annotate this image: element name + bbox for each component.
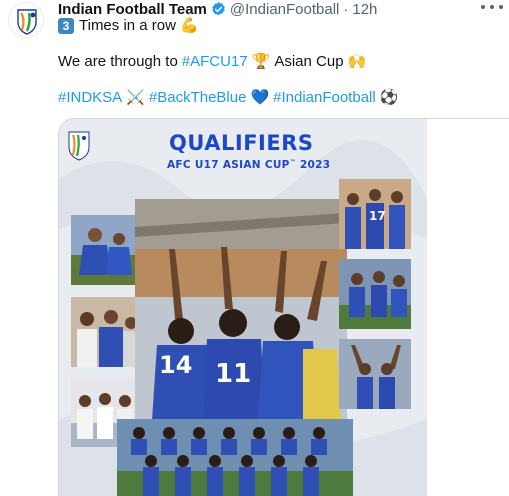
hashtag-indianfootball[interactable]: #IndianFootball — [273, 88, 376, 108]
tweet-media[interactable]: QUALIFIERS AFC U17 ASIAN CUP™ 2023 14 11… — [58, 118, 509, 496]
aiff-logo-icon — [9, 3, 43, 37]
photo-two-players — [71, 215, 141, 285]
soccer-ball-icon: ⚽ — [379, 89, 399, 106]
tweet-text-line-2: We are through to #AFCU17 🏆 Asian Cup 🙌 — [58, 52, 370, 72]
handle[interactable]: @IndianFootball — [230, 1, 339, 18]
jersey-number: 17 — [369, 209, 386, 223]
media-right-area — [427, 119, 509, 496]
aiff-logo-icon — [68, 131, 90, 161]
keycap-number-badge: 3 — [58, 18, 74, 34]
poster-subtitle-tm: ™ — [289, 159, 296, 166]
display-name[interactable]: Indian Football Team — [58, 1, 207, 18]
verified-badge-icon — [212, 1, 225, 15]
jersey-number: 11 — [215, 359, 252, 389]
hashtag-afcu17[interactable]: #AFCU17 — [182, 52, 248, 72]
blue-heart-icon: 💙 — [250, 89, 270, 106]
poster-subtitle-text: AFC U17 ASIAN CUP — [167, 159, 290, 171]
jersey-number: 14 — [159, 351, 193, 379]
times-in-a-row-text: Times in a row — [79, 17, 176, 34]
timestamp[interactable]: 12h — [352, 1, 377, 18]
photo-players-jumping — [339, 339, 411, 409]
photo-players-on-pitch — [339, 259, 411, 329]
hashtag-backtheblue[interactable]: #BackTheBlue — [149, 88, 247, 108]
raising-hands-icon: 🙌 — [347, 53, 367, 70]
more-options-icon[interactable] — [481, 0, 503, 14]
photo-team-lineup — [117, 419, 353, 496]
trophy-icon: 🏆 — [251, 53, 271, 70]
poster-title: QUALIFIERS — [169, 131, 314, 155]
separator-dot: · — [343, 0, 349, 18]
crossed-swords-icon: ⚔️ — [126, 89, 145, 106]
more-dot — [499, 5, 503, 9]
qualifiers-poster[interactable]: QUALIFIERS AFC U17 ASIAN CUP™ 2023 14 11… — [59, 119, 427, 496]
tweet-text-line-1: 3 Times in a row 💪 — [58, 16, 203, 36]
asian-cup-text: Asian Cup — [274, 53, 344, 70]
photo-players-group: 17 — [339, 179, 411, 249]
hashtag-indksa[interactable]: #INDKSA — [58, 88, 122, 108]
photo-celebrating-players — [71, 297, 141, 367]
poster-subtitle: AFC U17 ASIAN CUP™ 2023 — [167, 159, 330, 171]
tweet[interactable]: Indian Football Team @IndianFootball · 1… — [0, 0, 509, 496]
more-dot — [481, 5, 485, 9]
more-dot — [490, 5, 494, 9]
poster-subtitle-year: 2023 — [299, 159, 331, 171]
flexed-biceps-icon: 💪 — [179, 17, 199, 34]
tweet-text-line-3: #INDKSA ⚔️ #BackTheBlue 💙 #IndianFootbal… — [58, 88, 402, 108]
avatar[interactable] — [8, 2, 44, 38]
through-to-text: We are through to — [58, 53, 178, 70]
